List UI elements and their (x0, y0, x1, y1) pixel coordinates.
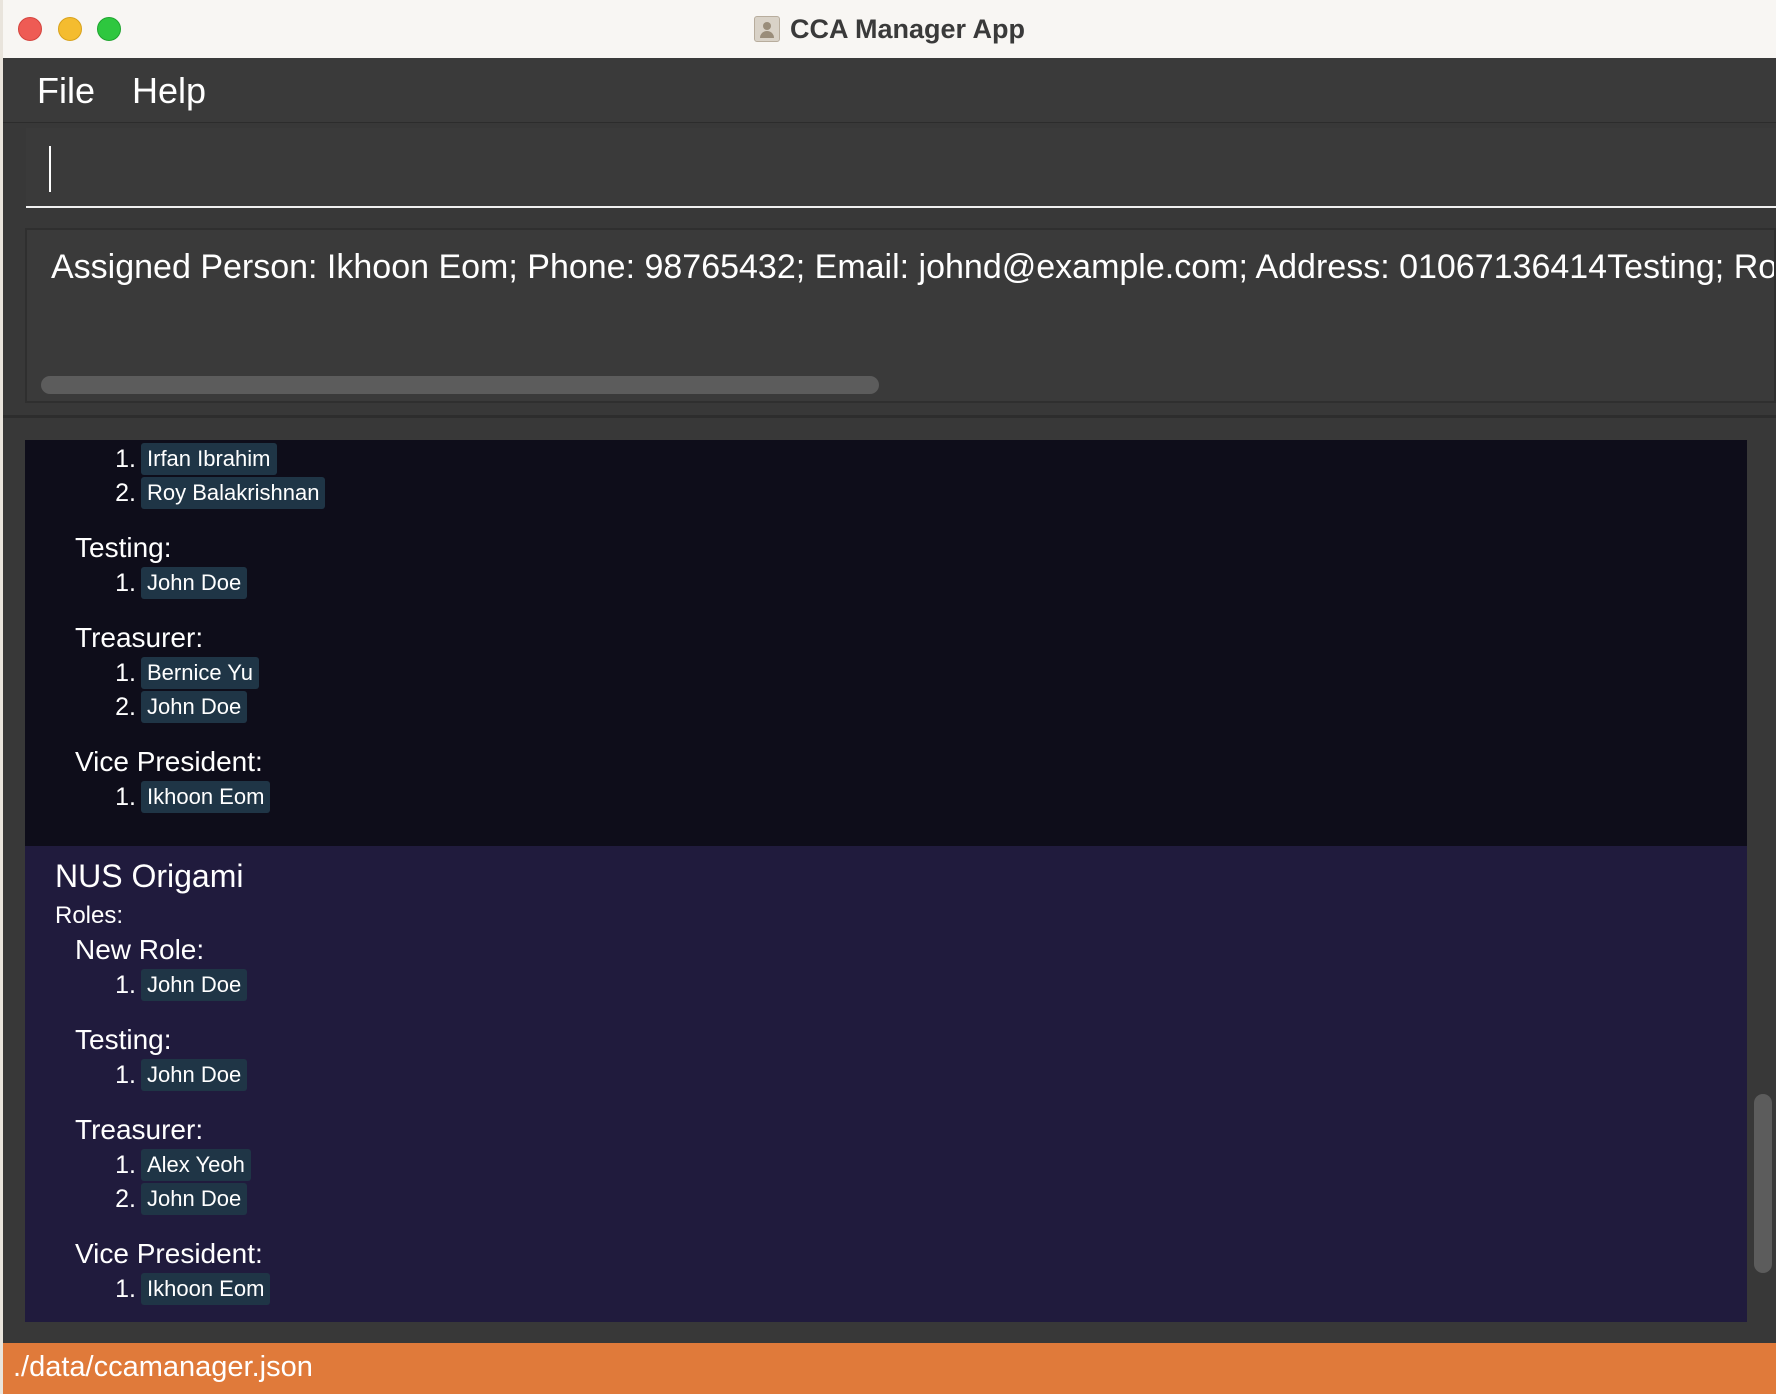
role-title: Vice President: (75, 1238, 263, 1269)
member-chip: John Doe (141, 969, 248, 1001)
window-title-group: CCA Manager App (3, 0, 1776, 58)
app-icon (753, 16, 780, 42)
text-caret (49, 146, 51, 192)
cca-list-panel: 1. Irfan Ibrahim 2. Roy Balakrishnan Tes… (25, 440, 1747, 1322)
member-chip: John Doe (141, 567, 248, 599)
role-title: Vice President: (75, 746, 263, 777)
cca-card[interactable]: 1. Irfan Ibrahim 2. Roy Balakrishnan Tes… (25, 440, 1747, 846)
member-chip: Roy Balakrishnan (141, 477, 326, 509)
member-row: 1. Alex Yeoh (95, 1148, 251, 1182)
app-window: CCA Manager App File Help Assigned Perso… (3, 0, 1776, 1394)
panel-divider (3, 415, 1776, 418)
member-number: 1. (115, 1274, 136, 1303)
cca-name: NUS Origami (55, 858, 244, 894)
member-chip: Irfan Ibrahim (141, 443, 277, 475)
data-file-path: ./data/ccamanager.json (13, 1351, 313, 1383)
member-chip: John Doe (141, 1059, 248, 1091)
member-number: 1. (115, 970, 136, 999)
role-title: New Role: (75, 934, 205, 965)
roles-heading: Roles: (55, 902, 124, 929)
member-row: 2. Roy Balakrishnan (95, 476, 326, 510)
member-row: 1. Ikhoon Eom (95, 1272, 271, 1306)
member-row: 2. John Doe (95, 690, 248, 724)
menu-help[interactable]: Help (128, 70, 210, 112)
result-display: Assigned Person: Ikhoon Eom; Phone: 9876… (25, 228, 1776, 403)
title-bar: CCA Manager App (3, 0, 1776, 59)
member-row: 1. John Doe (95, 968, 248, 1002)
member-row: 1. Bernice Yu (95, 656, 260, 690)
member-number: 2. (115, 1184, 136, 1213)
vertical-scrollbar-thumb[interactable] (1754, 1094, 1772, 1273)
role-title: Testing: (75, 1024, 172, 1055)
member-number: 1. (115, 658, 136, 687)
cca-card[interactable]: NUS Origami Roles: New Role: 1. John Doe… (25, 846, 1747, 1322)
member-row: 2. John Doe (95, 1182, 248, 1216)
member-number: 2. (115, 692, 136, 721)
member-chip: John Doe (141, 691, 248, 723)
member-row: 1. Irfan Ibrahim (95, 442, 277, 476)
member-number: 1. (115, 1060, 136, 1089)
status-bar: ./data/ccamanager.json (3, 1343, 1776, 1394)
command-input[interactable] (26, 128, 1776, 208)
member-chip: Ikhoon Eom (141, 781, 271, 813)
member-chip: John Doe (141, 1183, 248, 1215)
horizontal-scrollbar[interactable] (41, 376, 879, 394)
member-chip: Alex Yeoh (141, 1149, 251, 1181)
window-title: CCA Manager App (789, 13, 1025, 44)
role-title: Treasurer: (75, 1114, 204, 1145)
member-row: 1. John Doe (95, 1058, 248, 1092)
member-number: 2. (115, 478, 136, 507)
member-chip: Ikhoon Eom (141, 1273, 271, 1305)
member-chip: Bernice Yu (141, 657, 260, 689)
member-row: 1. John Doe (95, 566, 248, 600)
result-text: Assigned Person: Ikhoon Eom; Phone: 9876… (51, 248, 1776, 286)
member-number: 1. (115, 568, 136, 597)
menu-file[interactable]: File (33, 70, 99, 112)
menu-bar: File Help (3, 58, 1776, 123)
role-title: Testing: (75, 532, 172, 563)
role-title: Treasurer: (75, 622, 204, 653)
member-row: 1. Ikhoon Eom (95, 780, 271, 814)
member-number: 1. (115, 782, 136, 811)
member-number: 1. (115, 1150, 136, 1179)
member-number: 1. (115, 444, 136, 473)
